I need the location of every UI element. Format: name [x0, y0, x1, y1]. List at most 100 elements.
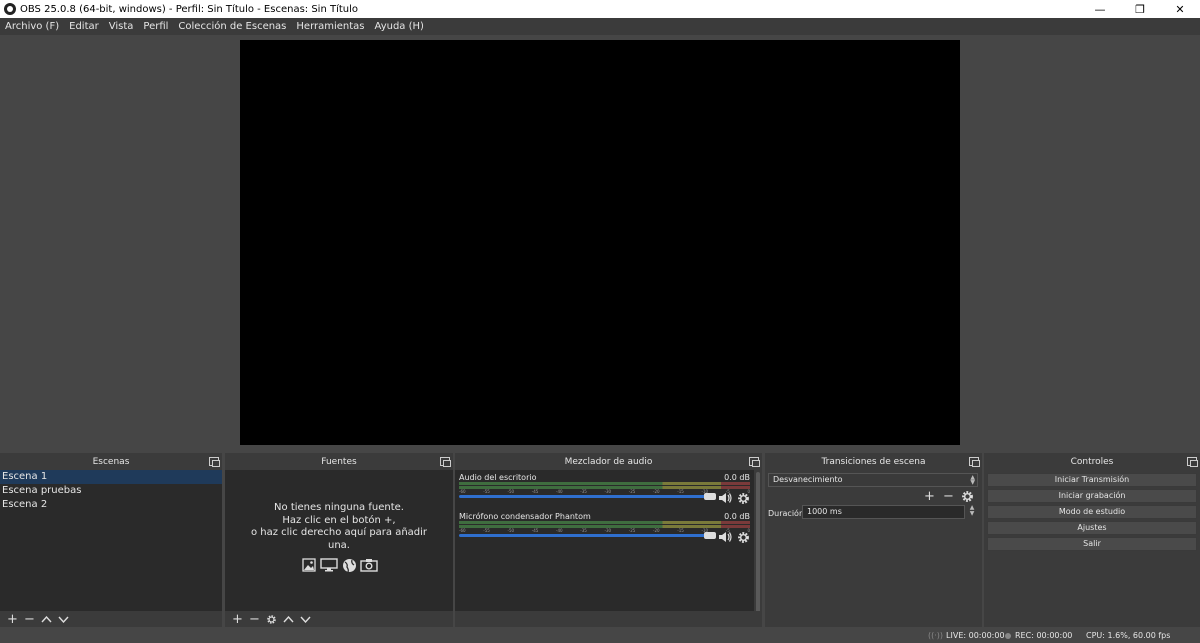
empty-line: o haz clic derecho aquí para añadir — [250, 527, 428, 538]
move-up-icon[interactable] — [38, 612, 55, 626]
float-icon[interactable] — [749, 457, 760, 467]
scenes-list[interactable]: Escena 1 Escena pruebas Escena 2 — [0, 470, 222, 611]
float-icon[interactable] — [440, 457, 451, 467]
mixer-toolbar — [455, 611, 762, 627]
gear-icon[interactable] — [263, 612, 280, 626]
empty-line: No tienes ninguna fuente. — [274, 502, 404, 513]
preview-canvas[interactable] — [240, 40, 960, 445]
menu-perfil[interactable]: Perfil — [143, 21, 168, 32]
image-icon — [300, 557, 318, 573]
camera-icon — [360, 557, 378, 573]
close-button[interactable]: ✕ — [1160, 0, 1200, 18]
controls-dock: Controles Iniciar Transmisión Iniciar gr… — [984, 453, 1200, 627]
empty-line: Haz clic en el botón +, — [282, 514, 396, 526]
float-icon[interactable] — [1187, 457, 1198, 467]
sources-empty-message: No tienes ninguna fuente. Haz clic en el… — [225, 502, 453, 552]
remove-icon[interactable]: − — [21, 612, 38, 626]
sources-list[interactable]: No tienes ninguna fuente. Haz clic en el… — [225, 470, 453, 611]
move-down-icon[interactable] — [297, 612, 314, 626]
transitions-title: Transiciones de escena — [821, 456, 926, 467]
speaker-icon[interactable] — [718, 530, 732, 544]
status-bar: ((·)) LIVE: 00:00:00 REC: 00:00:00 CPU: 1… — [0, 627, 1200, 643]
menu-coleccion-escenas[interactable]: Colección de Escenas — [178, 21, 286, 32]
chevron-updown-icon: ▲ ▼ — [970, 474, 975, 486]
mixer-dock-header: Mezclador de audio — [455, 453, 762, 470]
cpu-status: CPU: 1.6%, 60.00 fps — [1086, 631, 1171, 640]
volume-handle[interactable] — [704, 493, 716, 500]
gear-icon[interactable] — [736, 491, 750, 505]
remove-icon[interactable]: − — [246, 612, 263, 626]
mixer-channels: Audio del escritorio 0.0 dB -60 -55 -50 -45… — [455, 470, 754, 611]
scene-item[interactable]: Escena pruebas — [0, 484, 222, 498]
transitions-dock: Transiciones de escena Desvanecimiento ▲… — [765, 453, 982, 627]
sources-dock-header: Fuentes — [225, 453, 453, 470]
volume-slider[interactable] — [459, 495, 713, 498]
start-recording-button[interactable]: Iniciar grabación — [987, 489, 1197, 503]
duration-spinner[interactable]: ▲ ▼ — [967, 505, 977, 519]
rec-status: REC: 00:00:00 — [1005, 631, 1072, 640]
settings-button[interactable]: Ajustes — [987, 521, 1197, 535]
source-type-icons — [225, 557, 453, 573]
mixer-scrollbar[interactable] — [754, 470, 762, 622]
menu-herramientas[interactable]: Herramientas — [296, 21, 364, 32]
controls-dock-header: Controles — [984, 453, 1200, 470]
live-status: ((·)) LIVE: 00:00:00 — [928, 631, 1005, 640]
transition-buttons: + − — [921, 489, 976, 503]
browser-globe-icon — [340, 557, 358, 573]
scenes-toolbar: + − — [0, 611, 222, 627]
record-dot-icon — [1005, 632, 1011, 639]
channel-name: Micrófono condensador Phantom — [459, 512, 591, 521]
scene-item[interactable]: Escena 2 — [0, 498, 222, 512]
menu-editar[interactable]: Editar — [69, 21, 99, 32]
channel-name: Audio del escritorio — [459, 473, 537, 482]
transition-select-value: Desvanecimiento — [773, 475, 843, 484]
float-icon[interactable] — [209, 457, 220, 467]
display-icon — [320, 557, 338, 573]
start-streaming-button[interactable]: Iniciar Transmisión — [987, 473, 1197, 487]
broadcast-icon: ((·)) — [928, 631, 944, 640]
sources-toolbar: + − — [225, 611, 453, 627]
remove-icon[interactable]: − — [940, 489, 957, 503]
channel-db: 0.0 dB — [724, 473, 750, 482]
transition-select[interactable]: Desvanecimiento ▲ ▼ — [768, 473, 978, 487]
add-icon[interactable]: + — [921, 489, 938, 503]
menu-bar: Archivo (F) Editar Vista Perfil Colecció… — [0, 18, 1200, 35]
scene-item[interactable]: Escena 1 — [0, 470, 222, 484]
mixer-channel: Micrófono condensador Phantom 0.0 dB -60… — [459, 512, 750, 548]
float-icon[interactable] — [969, 457, 980, 467]
mixer-channel: Audio del escritorio 0.0 dB -60 -55 -50 -45… — [459, 473, 750, 509]
studio-mode-button[interactable]: Modo de estudio — [987, 505, 1197, 519]
menu-vista[interactable]: Vista — [109, 21, 134, 32]
rec-time: REC: 00:00:00 — [1015, 631, 1073, 640]
menu-archivo[interactable]: Archivo (F) — [5, 21, 59, 32]
transitions-dock-header: Transiciones de escena — [765, 453, 982, 470]
menu-ayuda[interactable]: Ayuda (H) — [375, 21, 424, 32]
sources-dock: Fuentes No tienes ninguna fuente. Haz cl… — [225, 453, 453, 627]
gear-icon[interactable] — [959, 489, 976, 503]
duration-input[interactable]: 1000 ms — [802, 505, 965, 519]
scenes-dock: Escenas Escena 1 Escena pruebas Escena 2… — [0, 453, 222, 627]
restore-button[interactable]: ❐ — [1120, 0, 1160, 18]
window-controls: — ❐ ✕ — [1080, 0, 1200, 18]
level-meter — [459, 521, 750, 524]
duration-label: Duración — [768, 509, 805, 518]
window-title: OBS 25.0.8 (64-bit, windows) - Perfil: S… — [20, 3, 359, 15]
gear-icon[interactable] — [736, 530, 750, 544]
mixer-dock: Mezclador de audio Audio del escritorio … — [455, 453, 762, 627]
live-time: LIVE: 00:00:00 — [946, 631, 1005, 640]
channel-db: 0.0 dB — [724, 512, 750, 521]
move-down-icon[interactable] — [55, 612, 72, 626]
move-up-icon[interactable] — [280, 612, 297, 626]
minimize-button[interactable]: — — [1080, 0, 1120, 18]
mixer-title: Mezclador de audio — [564, 456, 653, 467]
volume-slider[interactable] — [459, 534, 713, 537]
title-bar: OBS 25.0.8 (64-bit, windows) - Perfil: S… — [0, 0, 1200, 18]
add-icon[interactable]: + — [4, 612, 21, 626]
controls-title: Controles — [1070, 456, 1114, 467]
volume-handle[interactable] — [704, 532, 716, 539]
speaker-icon[interactable] — [718, 491, 732, 505]
scenes-title: Escenas — [92, 456, 130, 467]
exit-button[interactable]: Salir — [987, 537, 1197, 551]
add-icon[interactable]: + — [229, 612, 246, 626]
sources-title: Fuentes — [321, 456, 357, 467]
